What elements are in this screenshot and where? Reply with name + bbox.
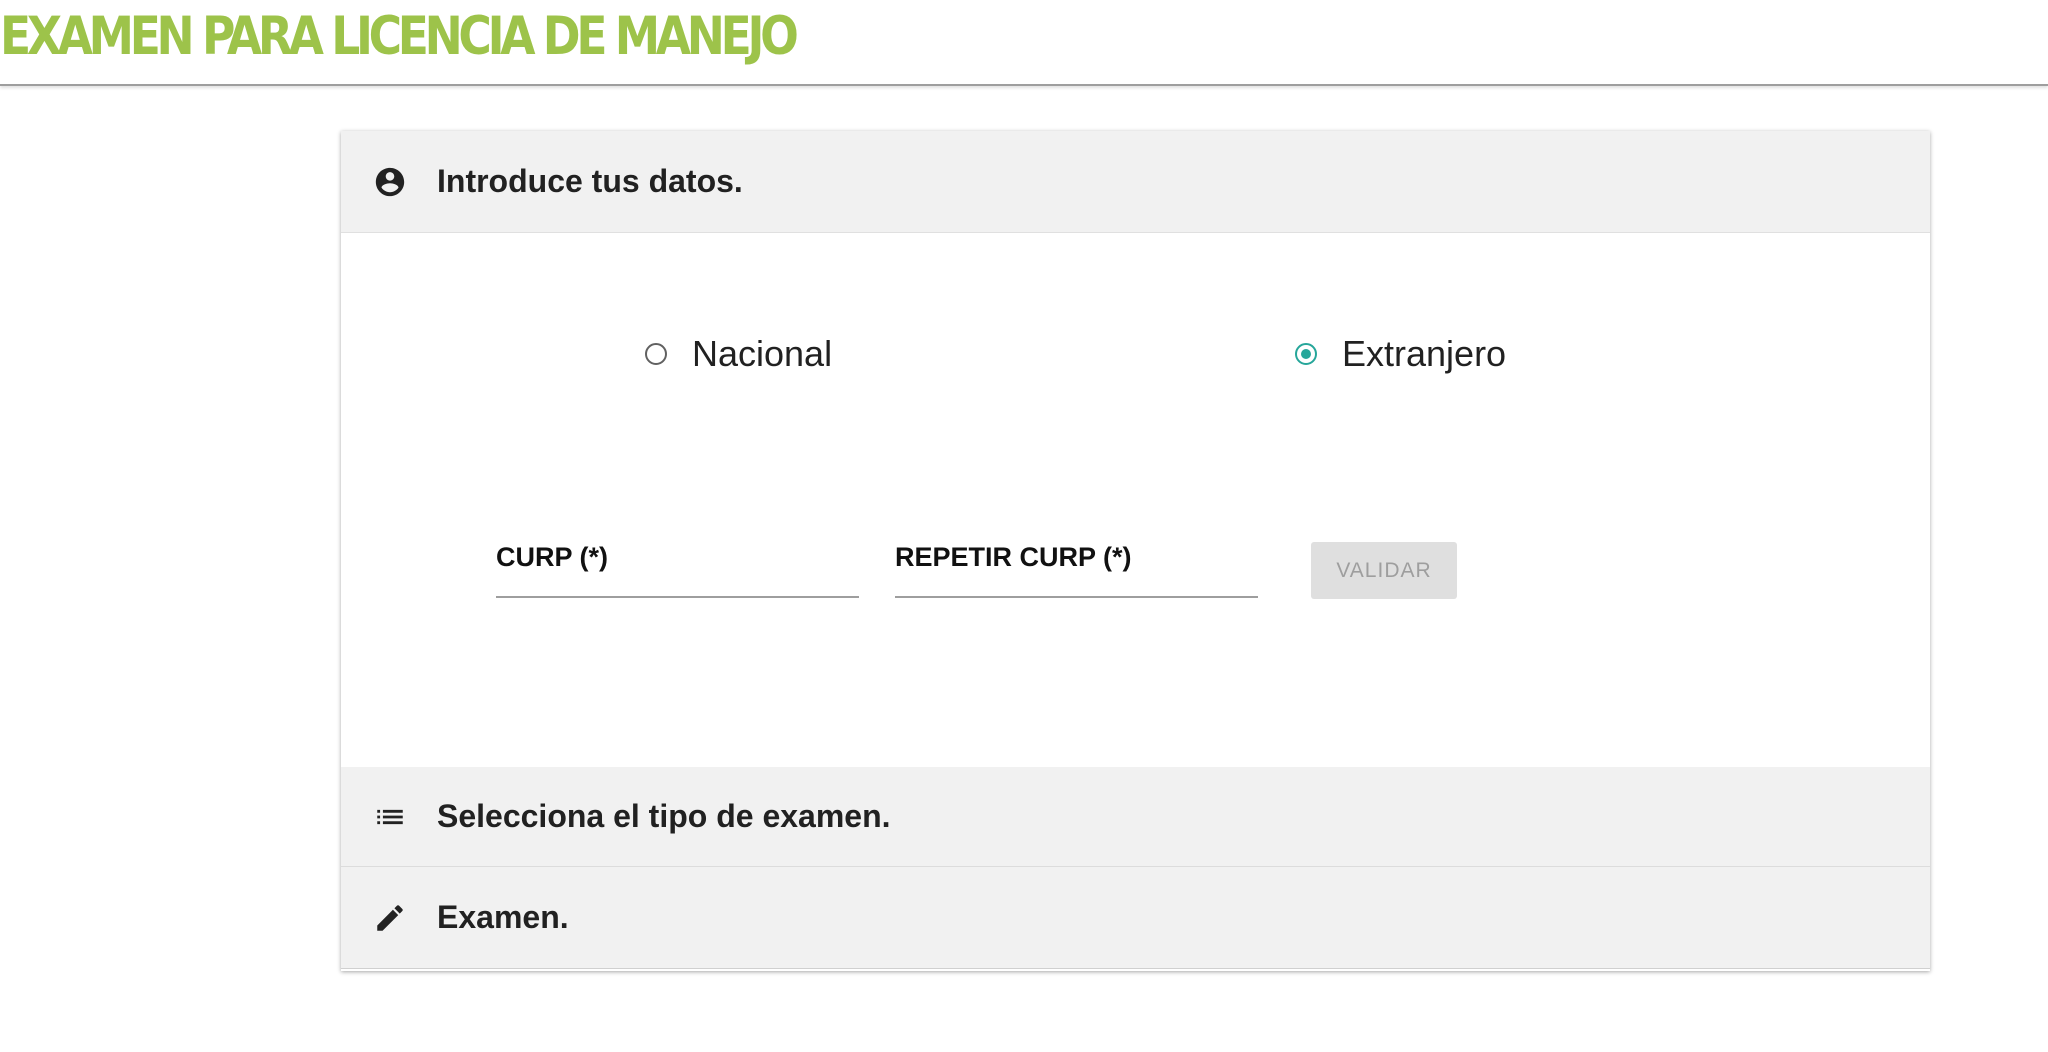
pencil-icon xyxy=(372,900,408,936)
curp-field[interactable]: CURP (*) xyxy=(496,536,859,598)
radio-nacional[interactable]: Nacional xyxy=(645,333,832,375)
step-label: Examen. xyxy=(437,899,569,935)
app-header: EXAMEN PARA LICENCIA DE MANEJO xyxy=(0,0,2048,86)
repeat-curp-field[interactable]: REPETIR CURP (*) xyxy=(895,536,1258,598)
curp-field-label: CURP (*) xyxy=(496,542,609,572)
step-label: Selecciona el tipo de examen. xyxy=(437,798,891,834)
step-label: Introduce tus datos. xyxy=(437,163,743,199)
radio-circle[interactable] xyxy=(645,343,667,365)
step-header-personal-data[interactable]: Introduce tus datos. xyxy=(341,131,1930,233)
page-title: EXAMEN PARA LICENCIA DE MANEJO xyxy=(0,6,799,67)
radio-label: Extranjero xyxy=(1342,333,1507,374)
stepper-card: Introduce tus datos. Nacional Extranjero… xyxy=(341,131,1930,971)
validate-button[interactable]: VALIDAR xyxy=(1311,542,1457,599)
radio-extranjero[interactable]: Extranjero xyxy=(1295,333,1506,375)
repeat-curp-field-label: REPETIR CURP (*) xyxy=(895,542,1132,572)
step-header-exam[interactable]: Examen. xyxy=(341,867,1930,969)
list-icon xyxy=(372,799,408,835)
step-header-exam-type[interactable]: Selecciona el tipo de examen. xyxy=(341,767,1930,867)
account-circle-icon xyxy=(372,164,408,200)
radio-circle-checked[interactable] xyxy=(1295,343,1317,365)
radio-label: Nacional xyxy=(692,333,833,374)
